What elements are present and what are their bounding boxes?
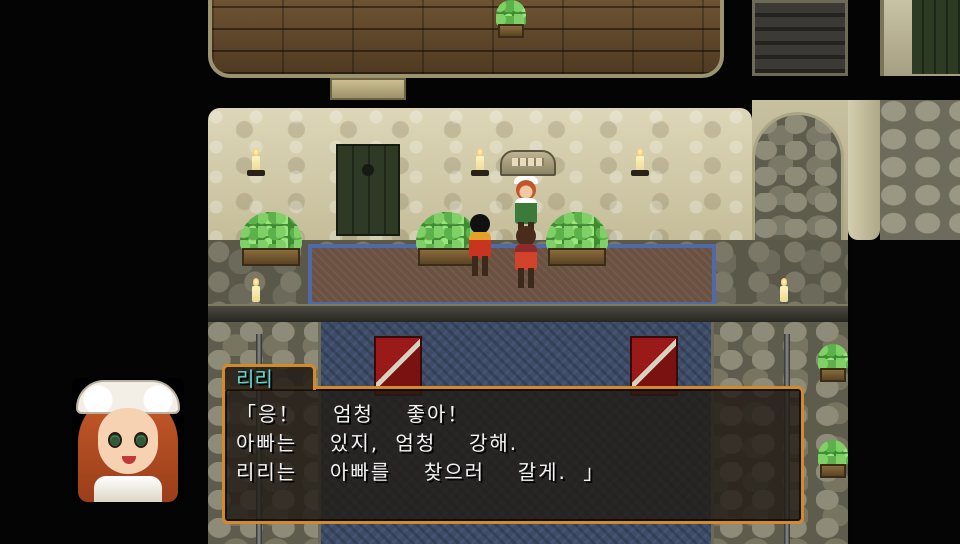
sprite-head: [470, 214, 490, 234]
portrait-eye: [108, 432, 122, 448]
candle-holder: [471, 170, 489, 176]
potted-plant-upper: [496, 0, 558, 54]
potted-plant: [818, 344, 880, 398]
plant-leaves: [818, 344, 848, 370]
stone-column: [848, 100, 880, 240]
wooden-door: [336, 144, 400, 236]
staircase: [752, 0, 848, 76]
sprite-legs: [518, 268, 534, 288]
plant-leaves: [240, 212, 302, 252]
plant-pot: [548, 248, 606, 266]
potted-plant: [818, 440, 880, 494]
sprite-head: [516, 226, 536, 246]
dialogue-line-2: 아빠는 있지, 엄청 강해.: [236, 431, 519, 455]
plant-leaves: [818, 440, 848, 466]
potted-plant: [240, 212, 302, 266]
floor-candle-icon: [780, 278, 788, 302]
portrait-mouth: [122, 456, 136, 464]
sprite-body: [515, 198, 537, 224]
potted-plant: [546, 212, 608, 266]
plant-pot: [820, 368, 846, 382]
companion-sprite: [512, 226, 540, 288]
right-stone-room: [880, 100, 960, 240]
stone-bench: [500, 150, 556, 176]
sprite-legs: [472, 256, 488, 276]
speaker-portrait: [72, 378, 184, 502]
plant-leaves: [496, 0, 526, 26]
right-upper-door: [912, 0, 960, 74]
portrait-eye: [134, 432, 148, 448]
hero-sprite: [466, 214, 494, 276]
sprite-body: [515, 244, 537, 270]
game-screen: 리리 「응！ 엄청 좋아！ 아빠는 있지, 엄청 강해. 리리는 아빠를 찾으러…: [0, 0, 960, 544]
plant-pot: [242, 248, 300, 266]
portrait-face: [98, 408, 158, 474]
floor-divider-beam: [208, 304, 848, 324]
plant-pot: [820, 464, 846, 478]
upper-doorstep: [330, 78, 406, 100]
portrait-collar: [94, 476, 162, 502]
dialogue-line-1: 「응！ 엄청 좋아！: [236, 402, 470, 426]
upper-wooden-room: [208, 0, 724, 78]
sprite-head: [516, 180, 536, 200]
candle-holder: [247, 170, 265, 176]
sprite-body: [469, 232, 491, 258]
floor-candle-icon: [252, 278, 260, 302]
speaker-name: 리리: [236, 367, 273, 391]
dialogue-line-3: 리리는 아빠를 찾으러 갈게. 」: [236, 460, 606, 484]
candle-holder: [631, 170, 649, 176]
plant-pot: [498, 24, 524, 38]
plant-leaves: [546, 212, 608, 252]
